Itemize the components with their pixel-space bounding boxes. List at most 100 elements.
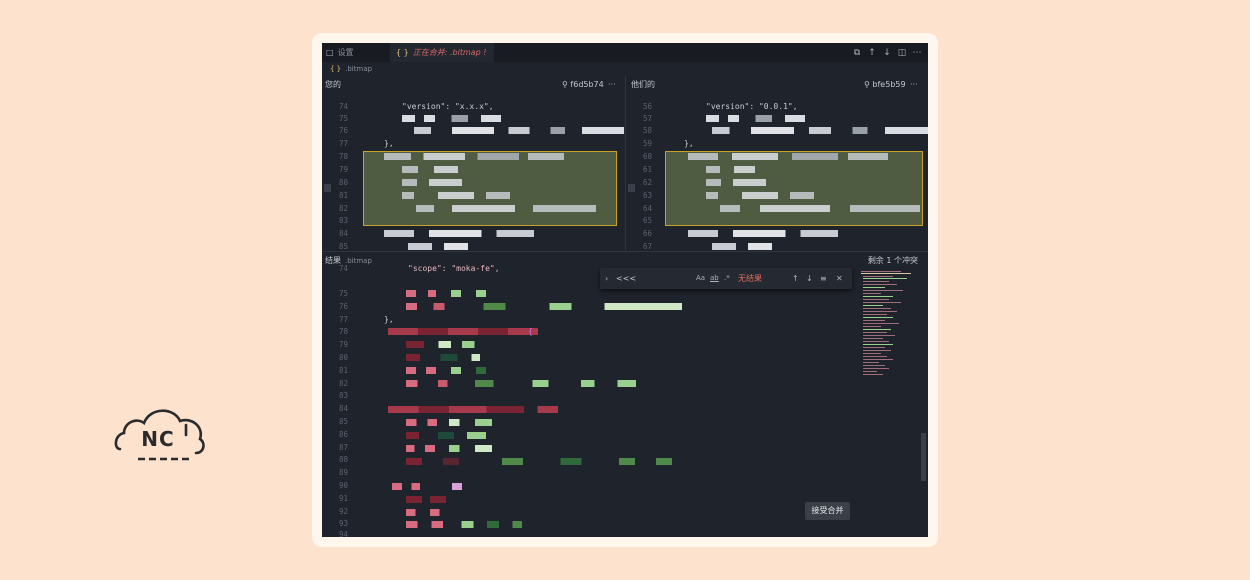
line-number: 76 [338, 302, 348, 311]
line-number: 86 [338, 430, 348, 439]
logo-text: NC [141, 427, 175, 451]
redacted-text [388, 328, 538, 335]
line-number: 79 [338, 165, 348, 174]
line-number: 79 [338, 340, 348, 349]
find-input[interactable]: <<< [616, 268, 636, 289]
more-actions-icon[interactable]: ⋯ [912, 48, 922, 58]
redacted-text [406, 509, 486, 516]
redacted-text [406, 341, 496, 348]
line-number: 78 [338, 152, 348, 161]
editor-window: □设置 { }正在合并: .bitmap !✕ ⧉ ↑ ↓ ◫ ⋯ { }.bi… [322, 43, 928, 537]
right-code-pane[interactable]: 56 57 58 59 60 61 62 63 64 65 66 67 "ver… [626, 94, 928, 251]
tab-merge[interactable]: { }正在合并: .bitmap !✕ [390, 43, 494, 76]
tab-merge-flag: ! [483, 48, 487, 57]
left-more-button[interactable]: ··· [608, 76, 616, 94]
file-icon: □ [326, 48, 334, 57]
redacted-text [706, 115, 816, 122]
redacted-text [408, 243, 468, 250]
split-editor-icon[interactable]: ◫ [897, 48, 907, 58]
redacted-text [406, 290, 506, 297]
right-pane-title: 他们的 [631, 80, 655, 89]
line-number: 81 [338, 366, 348, 375]
right-pane-header: 他们的 ⚲ bfe5b59 ··· [628, 76, 928, 94]
scrollbar[interactable] [921, 433, 926, 481]
find-in-selection-icon[interactable]: ≡ [820, 268, 827, 289]
redacted-text [384, 230, 534, 237]
line-number: 57 [642, 114, 652, 123]
accept-merge-button[interactable]: 接受合并 [805, 502, 850, 520]
line-number: 87 [338, 443, 348, 452]
line-number: 91 [338, 494, 348, 503]
line-number: 60 [642, 152, 652, 161]
left-commit-hash[interactable]: ⚲ f6d5b74 [562, 76, 604, 94]
no-results-text: 无结果 [738, 274, 762, 283]
left-commit-hash-text: f6d5b74 [570, 80, 604, 89]
redacted-text [720, 205, 920, 212]
line-number: 64 [642, 204, 652, 213]
redacted-text [406, 521, 522, 528]
code-line: "version": "x.x.x", [402, 102, 494, 111]
line-number: 88 [338, 455, 348, 464]
chevron-right-icon[interactable]: › [605, 268, 608, 289]
left-code-pane[interactable]: 74 75 76 77 78 79 80 81 82 83 84 85 "ver… [322, 94, 624, 251]
left-conflict-block[interactable] [363, 151, 617, 226]
breadcrumb-file[interactable]: .bitmap [345, 65, 372, 73]
code-line: "version": "0.0.1", [706, 102, 798, 111]
line-number: 80 [338, 353, 348, 362]
json-icon: { } [330, 65, 342, 73]
redacted-text [706, 179, 766, 186]
toolbar-actions: ⧉ ↑ ↓ ◫ ⋯ [852, 43, 922, 62]
tab-settings-label: 设置 [337, 48, 354, 57]
line-number: 58 [642, 126, 652, 135]
minimap[interactable] [859, 269, 925, 389]
result-code-pane[interactable]: 74 75 76 77 78 79 80 81 82 83 84 85 86 8… [322, 264, 928, 537]
left-pane-title: 您的 [325, 80, 341, 89]
arrow-down-icon[interactable]: ↓ [882, 48, 892, 58]
line-number: 67 [642, 242, 652, 251]
redacted-text [402, 166, 482, 173]
line-number: 82 [338, 379, 348, 388]
line-number: 81 [338, 191, 348, 200]
open-changes-icon[interactable]: ⧉ [852, 48, 862, 58]
right-commit-hash[interactable]: ⚲ bfe5b59 [864, 76, 906, 94]
code-line: { [528, 327, 533, 336]
line-number: 82 [338, 204, 348, 213]
code-line: }, [384, 139, 394, 148]
redacted-text [402, 179, 462, 186]
line-number: 85 [338, 242, 348, 251]
regex-toggle[interactable]: .* [724, 268, 730, 289]
line-number: 63 [642, 191, 652, 200]
line-number: 77 [338, 315, 348, 324]
line-number: 93 [338, 519, 348, 528]
redacted-text [402, 192, 522, 199]
line-number: 92 [338, 507, 348, 516]
right-commit-hash-text: bfe5b59 [872, 80, 906, 89]
right-conflict-block[interactable] [665, 151, 923, 226]
whole-word-toggle[interactable]: ab [710, 268, 719, 289]
next-match-icon[interactable]: ↓ [806, 268, 813, 289]
redacted-text [406, 458, 672, 465]
redacted-text [384, 153, 564, 160]
redacted-text [688, 230, 838, 237]
close-find-icon[interactable]: ✕ [836, 268, 843, 289]
redacted-text [406, 432, 486, 439]
breadcrumb: { } .bitmap [322, 62, 928, 76]
line-number: 84 [338, 404, 348, 413]
tab-merge-label: 正在合并: .bitmap [412, 48, 481, 57]
line-number: 59 [642, 139, 652, 148]
redacted-text [688, 153, 888, 160]
redacted-text [406, 419, 492, 426]
nc-cloud-logo: NC [112, 405, 208, 467]
match-case-toggle[interactable]: Aa [696, 268, 705, 289]
line-number: 75 [338, 114, 348, 123]
previous-match-icon[interactable]: ↑ [792, 268, 799, 289]
remaining-conflicts[interactable]: 剩余 1 个冲突 [868, 252, 918, 269]
line-number: 89 [338, 468, 348, 477]
json-icon: { } [396, 48, 409, 57]
line-number: 90 [338, 481, 348, 490]
tab-settings[interactable]: □ 设置 [326, 43, 390, 62]
redacted-text [392, 483, 462, 490]
right-more-button[interactable]: ··· [910, 76, 918, 94]
result-pane-file: .bitmap [345, 257, 372, 265]
arrow-up-icon[interactable]: ↑ [867, 48, 877, 58]
